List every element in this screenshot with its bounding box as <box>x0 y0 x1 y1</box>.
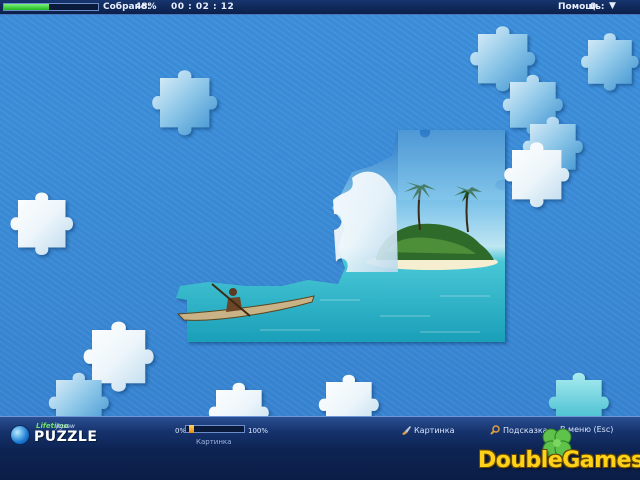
dropdown-arrow-icon[interactable]: ▼ <box>609 1 616 11</box>
watermark-text: DoubleGames <box>478 448 640 473</box>
assembled-picture[interactable] <box>176 130 505 342</box>
canoe-paddler-head <box>229 288 237 296</box>
help-count: 0 <box>590 2 597 12</box>
loose-piece-white-4[interactable] <box>318 374 379 416</box>
collected-value: 48% <box>135 2 157 12</box>
top-status-bar: Собрано: 48% 00 : 02 : 12 Помощь: 0 ▼ <box>0 0 640 15</box>
picture-button-label: Картинка <box>414 425 455 435</box>
picture-button[interactable]: Картинка <box>401 425 454 435</box>
collected-progress-fill <box>4 4 50 10</box>
loose-piece-sea-1[interactable] <box>548 372 609 416</box>
loose-piece-sky-1[interactable] <box>152 70 218 136</box>
collected-progress-bar <box>3 3 99 11</box>
logo-main-text: PUZZLE <box>34 429 98 445</box>
loose-piece-white-5[interactable] <box>504 142 570 208</box>
magnifier-icon <box>490 425 500 435</box>
brush-icon <box>402 426 411 435</box>
slider-handle[interactable] <box>188 425 194 433</box>
puzzle-layer[interactable] <box>0 0 640 416</box>
edge-pieces-white[interactable] <box>333 171 398 272</box>
sky-piece-overlay <box>398 130 505 200</box>
loose-piece-white-3[interactable] <box>208 382 269 416</box>
canoe-paddler-body <box>226 297 242 312</box>
game-logo: Lifetime jigsaw PUZZLE <box>4 419 97 449</box>
game-timer: 00 : 02 : 12 <box>171 2 235 12</box>
loose-piece-sky-3[interactable] <box>470 26 536 92</box>
loose-piece-sky-5[interactable] <box>581 33 639 91</box>
loose-piece-white-1[interactable] <box>10 192 74 256</box>
picture-opacity-slider[interactable] <box>185 425 245 433</box>
puzzle-board[interactable] <box>0 0 640 416</box>
slider-caption: Картинка <box>196 438 232 446</box>
globe-icon <box>10 425 30 445</box>
help-label: Помощь: <box>558 2 605 12</box>
zoom-max-label: 100% <box>248 427 269 435</box>
